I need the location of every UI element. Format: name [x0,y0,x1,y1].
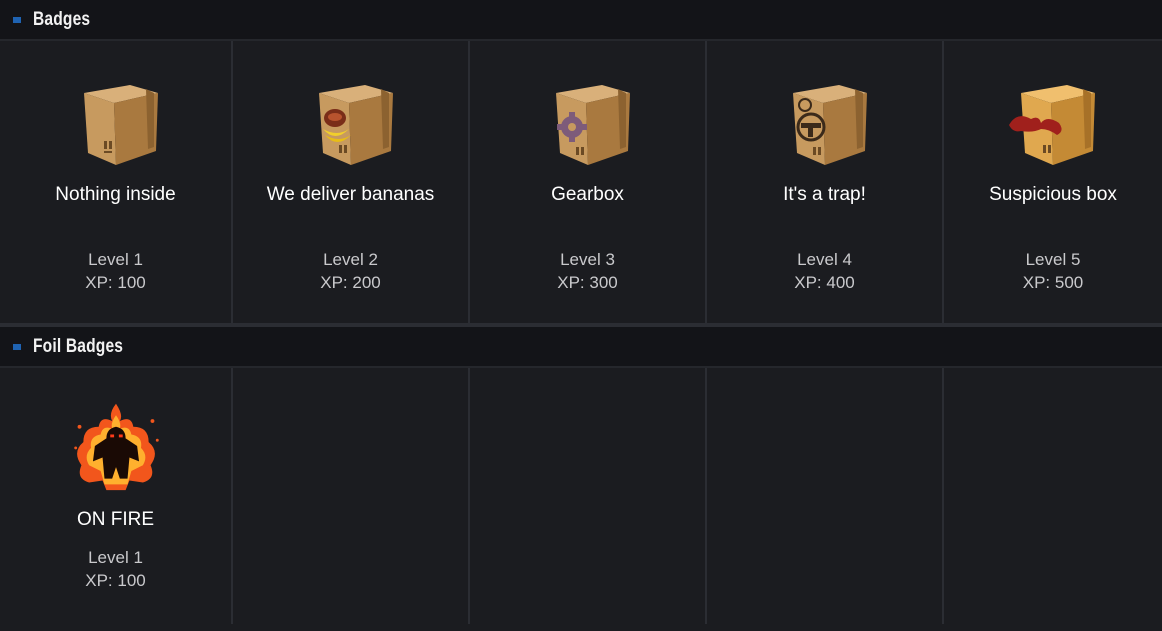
empty-badge-slot [470,368,705,624]
trap-box-icon [792,85,867,165]
foil-section-title: Foil Badges [33,335,124,357]
badge-level: Level 3 [560,250,615,269]
section-marker-icon [13,343,21,350]
badge-level: Level 2 [323,250,378,269]
badge-xp: XP: 500 [1022,273,1084,292]
badge-level: Level 4 [797,250,852,269]
mustache-box-icon [1009,85,1095,165]
badge-xp: XP: 200 [320,273,381,292]
empty-badge-slot [944,368,1162,624]
badge-xp: XP: 100 [85,273,146,292]
fire-figure-icon [73,403,159,491]
foil-badge-meta: Level 1 XP: 100 [0,546,231,592]
foil-badge-xp: XP: 100 [85,571,146,590]
badge-card[interactable]: It's a trap! Level 4 XP: 400 [707,41,942,323]
foil-badge-level: Level 1 [88,548,143,567]
badge-meta: Level 2 XP: 200 [233,248,468,294]
badge-level: Level 5 [1025,250,1081,269]
badge-meta: Level 1 XP: 100 [0,248,231,294]
badge-xp: XP: 400 [794,273,855,292]
badges-section-title: Badges [33,8,91,30]
empty-badge-slot [707,368,942,624]
badge-meta: Level 4 XP: 400 [707,248,942,294]
section-marker-icon [13,16,21,23]
badge-xp: XP: 300 [557,273,618,292]
badge-card[interactable]: Suspicious box Level 5 XP: 500 [944,41,1162,323]
cardboard-box-icon [83,85,158,165]
badges-section-header: Badges [0,0,1162,41]
badge-name: Nothing inside [55,184,176,205]
badges-grid: Nothing inside Level 1 XP: 100 We delive… [0,41,1162,323]
gear-box-icon [555,85,630,165]
badge-name: We deliver bananas [266,184,435,205]
banana-box-icon [318,85,393,165]
empty-badge-slot [233,368,468,624]
badge-card[interactable]: Nothing inside Level 1 XP: 100 [0,41,231,323]
foil-section-header: Foil Badges [0,327,1162,368]
badge-card[interactable]: We deliver bananas Level 2 XP: 200 [233,41,468,323]
badge-meta: Level 3 XP: 300 [470,248,705,294]
foil-badge-name: ON FIRE [76,509,155,530]
badge-name: Suspicious box [989,184,1117,205]
badge-level: Level 1 [88,250,143,269]
badge-name: It's a trap! [783,184,866,205]
badge-card[interactable]: Gearbox Level 3 XP: 300 [470,41,705,323]
badge-meta: Level 5 XP: 500 [944,248,1162,294]
foil-badge-card[interactable]: ON FIRE Level 1 XP: 100 [0,368,231,624]
badge-name: Gearbox [551,184,624,205]
foil-badges-grid: ON FIRE Level 1 XP: 100 [0,368,1162,624]
